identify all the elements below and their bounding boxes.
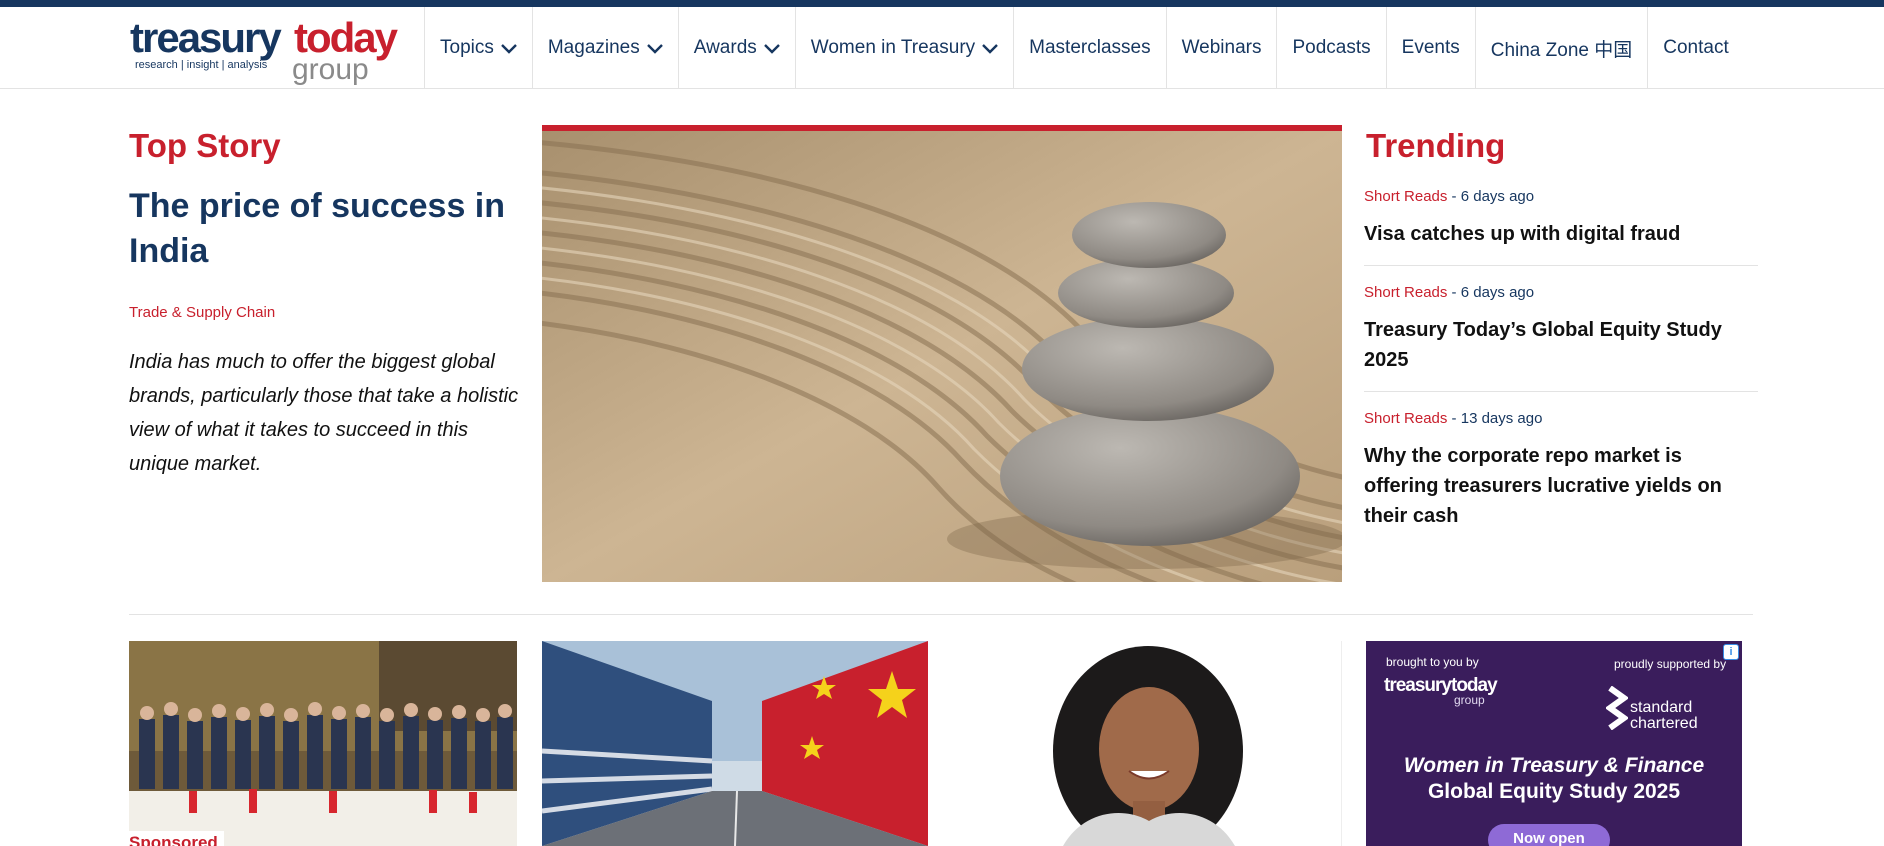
chevron-down-icon	[501, 43, 517, 54]
nav-label: Magazines	[547, 37, 640, 58]
article-card-trade-containers[interactable]	[542, 641, 928, 846]
sponsored-badge: Sponsored	[129, 831, 224, 846]
article-card-profile[interactable]	[953, 641, 1342, 846]
ad-brought-by: brought to you by	[1386, 655, 1479, 669]
nav-item-masterclasses[interactable]: Masterclasses	[1013, 7, 1165, 89]
top-story-headline[interactable]: The price of success in India	[129, 184, 509, 274]
trending-meta: Short Reads - 13 days ago	[1364, 410, 1758, 427]
trending-meta: Short Reads - 6 days ago	[1364, 284, 1758, 301]
nav-label: Awards	[693, 37, 757, 58]
trending-article-link[interactable]: Treasury Today’s Global Equity Study 202…	[1364, 315, 1758, 375]
logo-tagline: research | insight | analysis	[135, 59, 268, 71]
main-nav: Topics Magazines Awards Women in Treasur…	[424, 7, 1744, 89]
site-header: treasury today research | insight | anal…	[0, 7, 1884, 89]
trending-category-link[interactable]: Short Reads	[1364, 410, 1447, 427]
trending-article-link[interactable]: Why the corporate repo market is offerin…	[1364, 441, 1758, 531]
top-accent-bar	[0, 0, 1884, 7]
nav-item-china-zone[interactable]: China Zone 中国	[1474, 7, 1648, 89]
ad-logo-sub: group	[1454, 693, 1485, 707]
site-logo[interactable]: treasury today research | insight | anal…	[130, 14, 400, 87]
nav-label: Masterclasses	[1029, 37, 1151, 58]
chevron-down-icon	[982, 43, 999, 54]
trending-category-link[interactable]: Short Reads	[1364, 284, 1447, 301]
nav-label: Webinars	[1181, 37, 1262, 58]
nav-label: Contact	[1663, 37, 1729, 58]
nav-item-contact[interactable]: Contact	[1647, 7, 1743, 89]
nav-item-women-in-treasury[interactable]: Women in Treasury	[794, 7, 1013, 89]
nav-item-events[interactable]: Events	[1385, 7, 1475, 89]
ad-headline-line1: Women in Treasury & Finance	[1403, 754, 1705, 777]
trending-meta: Short Reads - 6 days ago	[1364, 188, 1758, 205]
top-story-summary: India has much to offer the biggest glob…	[129, 351, 519, 475]
logo-group: group	[292, 53, 369, 86]
portrait-image	[953, 641, 1341, 846]
standard-chartered-logo-icon	[1606, 686, 1628, 730]
nav-label: Podcasts	[1292, 37, 1371, 58]
ad-sc-line2: chartered	[1630, 715, 1698, 732]
nav-item-magazines[interactable]: Magazines	[531, 7, 678, 89]
ad-now-open-button[interactable]: Now open	[1488, 824, 1610, 846]
trending-date: - 6 days ago	[1447, 188, 1535, 205]
trending-section-title: Trending	[1366, 127, 1506, 164]
nav-item-topics[interactable]: Topics	[424, 7, 532, 89]
advertisement-banner[interactable]: i brought to you by proudly supported by…	[1366, 641, 1742, 846]
chevron-down-icon	[646, 43, 663, 54]
top-story-hero-image[interactable]	[542, 125, 1342, 582]
logo-word-treasury: treasury	[130, 14, 282, 61]
ad-supported-by: proudly supported by	[1614, 657, 1727, 671]
nav-item-awards[interactable]: Awards	[677, 7, 795, 89]
trending-item: Short Reads - 13 days ago Why the corpor…	[1364, 410, 1758, 547]
ad-sc-logo-text: standard chartered	[1630, 700, 1698, 732]
trending-item: Short Reads - 6 days ago Treasury Today’…	[1364, 284, 1758, 392]
nav-label: Women in Treasury	[810, 37, 976, 58]
shipping-containers-image	[542, 641, 928, 846]
ad-headline-line2: Global Equity Study 2025	[1427, 780, 1681, 803]
section-divider	[129, 614, 1753, 615]
nav-item-webinars[interactable]: Webinars	[1165, 7, 1277, 89]
top-story-category[interactable]: Trade & Supply Chain	[129, 304, 275, 321]
nav-label: Events	[1401, 37, 1460, 58]
chevron-down-icon	[763, 43, 780, 54]
nav-item-podcasts[interactable]: Podcasts	[1276, 7, 1385, 89]
trending-list: Short Reads - 6 days ago Visa catches up…	[1364, 188, 1758, 565]
nav-label: Topics	[440, 37, 494, 58]
trending-item: Short Reads - 6 days ago Visa catches up…	[1364, 188, 1758, 266]
article-card-group-photo[interactable]: Sponsored	[129, 641, 517, 846]
trending-date: - 6 days ago	[1447, 284, 1535, 301]
zen-stones-illustration	[542, 131, 1342, 582]
trending-article-link[interactable]: Visa catches up with digital fraud	[1364, 219, 1758, 249]
top-story-section-title: Top Story	[129, 127, 281, 164]
ad-sc-line1: standard	[1630, 699, 1693, 716]
group-photo-image	[129, 641, 517, 846]
trending-category-link[interactable]: Short Reads	[1364, 188, 1447, 205]
ad-headline: Women in Treasury & Finance Global Equit…	[1366, 753, 1742, 805]
trending-date: - 13 days ago	[1447, 410, 1543, 427]
nav-label: China Zone 中国	[1490, 39, 1633, 61]
